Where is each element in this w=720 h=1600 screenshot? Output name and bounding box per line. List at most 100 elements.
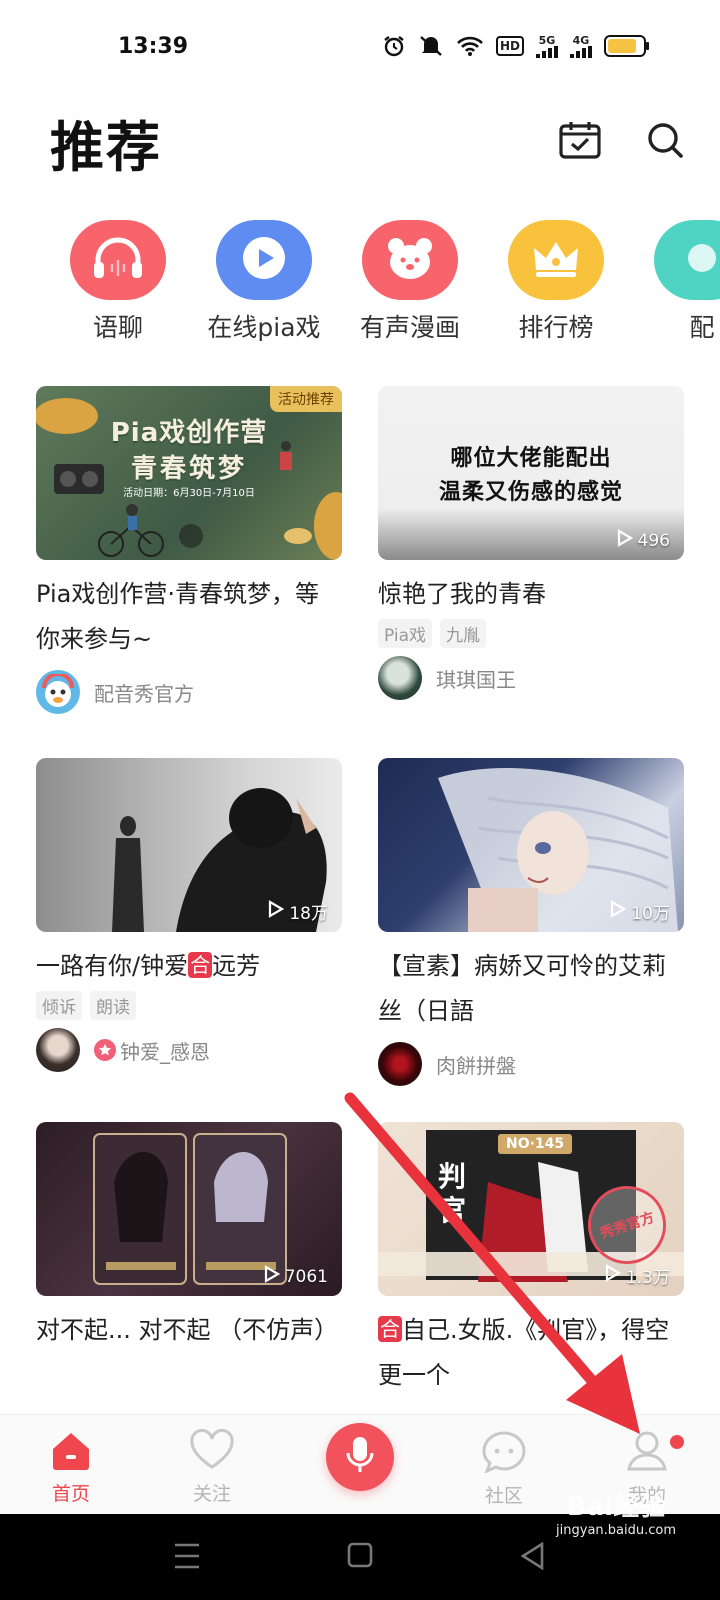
feed-card[interactable]: 哪位大佬能配出 温柔又伤感的感觉 496 惊艳了我的青春 Pia戏 九胤 琪琪国… [378, 386, 684, 700]
seal-text: 秀秀官方 [598, 1209, 657, 1243]
tag-chip[interactable]: Pia戏 [378, 619, 433, 648]
card-tags: Pia戏 九胤 [378, 619, 684, 648]
category-ranking[interactable]: 排行榜 [483, 220, 629, 350]
card-thumbnail[interactable]: NO·145 判官 秀秀官方 1.3万 [378, 1122, 684, 1296]
category-label: 配 [689, 313, 715, 342]
author-name: 肉餅拼盤 [436, 1053, 516, 1078]
category-voice-chat[interactable]: 语聊 [45, 220, 191, 350]
tab-label: 关注 [192, 1483, 231, 1505]
card-thumbnail[interactable]: 哪位大佬能配出 温柔又伤感的感觉 496 [378, 386, 684, 560]
feed-card[interactable]: 18万 一路有你/钟爱 合远芳 倾诉 朗读 钟爱_感恩 [36, 758, 342, 1072]
avatar[interactable] [36, 1028, 80, 1072]
avatar[interactable] [378, 656, 422, 700]
tag-chip[interactable]: 朗读 [90, 991, 136, 1020]
feed-card[interactable]: 10万 【宣素】病娇又可怜的艾莉丝（日語 肉餅拼盤 [378, 758, 684, 1086]
title-text-end: 远芳 [212, 952, 261, 980]
card-author[interactable]: 肉餅拼盤 [378, 1042, 684, 1086]
card-author[interactable]: 钟爱_感恩 [36, 1028, 342, 1072]
author-name: 配音秀官方 [94, 681, 194, 706]
search-icon[interactable] [646, 121, 684, 163]
card-title[interactable]: 惊艳了我的青春 [378, 572, 684, 617]
category-label: 在线pia戏 [207, 313, 321, 342]
category-icon-bg [508, 220, 604, 300]
notification-dot [670, 1435, 684, 1449]
microphone-icon [345, 1435, 375, 1479]
feed-card[interactable]: NO·145 判官 秀秀官方 1.3万 合自己.女版.《判官》，得空更一个 [378, 1122, 684, 1398]
menu-icon[interactable] [174, 1542, 200, 1574]
play-count: 496 [617, 529, 670, 552]
headphones-icon [90, 234, 146, 286]
tag-chip[interactable]: 倾诉 [36, 991, 82, 1020]
category-audio-comic[interactable]: 有声漫画 [337, 220, 483, 350]
category-online-pia[interactable]: 在线pia戏 [191, 220, 337, 350]
poster-name: 判官 [438, 1160, 467, 1227]
play-triangle-icon [610, 900, 627, 923]
battery-icon [604, 34, 650, 58]
net-4g-label: 4G [572, 33, 590, 47]
record-mic-button[interactable] [326, 1423, 394, 1491]
checkin-calendar-icon[interactable] [558, 120, 602, 164]
poster-line-2: 温柔又伤感的感觉 [438, 480, 623, 505]
card-author[interactable]: 琪琪国王 [378, 656, 684, 700]
card-thumbnail[interactable]: 10万 [378, 758, 684, 932]
back-icon[interactable] [520, 1541, 544, 1574]
mute-icon [418, 34, 444, 58]
tab-community[interactable]: 社区 [449, 1429, 559, 1508]
home-square-icon[interactable] [347, 1542, 373, 1572]
dub-icon [682, 238, 720, 282]
bear-icon [384, 234, 436, 286]
poster-line-1: 哪位大佬能配出 [450, 446, 612, 471]
feed-card[interactable]: Pia戏创作营 青春筑梦 活动日期：6月30日-7月10日 活动推荐 Pia戏创… [36, 386, 342, 714]
category-label: 排行榜 [518, 313, 594, 342]
status-bar: 13:39 HD 5G 4G [0, 0, 720, 92]
tab-label: 社区 [484, 1485, 523, 1507]
watermark-url: jingyan.baidu.com [556, 1523, 676, 1538]
category-icon-bg [216, 220, 312, 300]
tab-follow[interactable]: 关注 [157, 1428, 267, 1506]
play-triangle-icon [264, 1265, 280, 1288]
author-name: 钟爱_感恩 [94, 1036, 210, 1065]
net-5g-label: 5G [538, 33, 556, 47]
poster-headline: Pia戏创作营 [110, 418, 268, 448]
header: 推荐 [0, 92, 720, 192]
play-icon [240, 234, 288, 286]
play-count: 10万 [610, 899, 670, 924]
category-icon-bg [654, 220, 720, 300]
avatar[interactable] [36, 670, 80, 714]
title-text: 一路有你/钟爱 [36, 952, 189, 980]
chorus-tag: 合 [378, 1316, 402, 1342]
card-title[interactable]: 对不起... 对不起 （不仿声） [36, 1308, 342, 1353]
play-count-value: 10万 [631, 904, 670, 924]
home-icon [49, 1429, 93, 1475]
title-text: 自己.女版.《判官》，得空更一个 [378, 1316, 670, 1389]
play-count: 1.3万 [605, 1263, 670, 1288]
card-title[interactable]: 【宣素】病娇又可怜的艾莉丝（日語 [378, 944, 684, 1034]
card-thumbnail[interactable]: 7061 [36, 1122, 342, 1296]
alarm-icon [382, 34, 406, 58]
tab-home[interactable]: 首页 [16, 1429, 126, 1506]
category-dubbing[interactable]: 配 [629, 220, 720, 350]
card-thumbnail[interactable]: 18万 [36, 758, 342, 932]
wifi-icon [456, 35, 484, 57]
vip-star-icon [94, 1039, 116, 1061]
card-author[interactable]: 配音秀官方 [36, 670, 342, 714]
play-count: 7061 [264, 1265, 328, 1288]
tag-chip[interactable]: 九胤 [440, 619, 487, 648]
author-name: 琪琪国王 [436, 667, 516, 692]
play-triangle-icon [268, 900, 285, 923]
category-row: 语聊 在线pia戏 有声漫画 排行榜 配 [0, 220, 720, 350]
card-title[interactable]: 一路有你/钟爱 合远芳 [36, 944, 342, 989]
card-title[interactable]: 合自己.女版.《判官》，得空更一个 [378, 1308, 684, 1398]
avatar[interactable] [378, 1042, 422, 1086]
category-label: 语聊 [92, 313, 143, 342]
author-name-text: 钟爱_感恩 [120, 1039, 210, 1064]
card-title[interactable]: Pia戏创作营·青春筑梦，等你来参与~ [36, 572, 342, 662]
card-thumbnail[interactable]: Pia戏创作营 青春筑梦 活动日期：6月30日-7月10日 活动推荐 [36, 386, 342, 560]
play-triangle-icon [605, 1264, 622, 1287]
play-triangle-icon [617, 529, 633, 552]
play-count-value: 7061 [284, 1266, 328, 1287]
baidu-jingyan-watermark: Bai经验 jingyan.baidu.com [556, 1486, 676, 1538]
feed-card[interactable]: 7061 对不起... 对不起 （不仿声） [36, 1122, 342, 1353]
play-count-value: 1.3万 [625, 1268, 670, 1288]
heart-icon [188, 1428, 236, 1475]
